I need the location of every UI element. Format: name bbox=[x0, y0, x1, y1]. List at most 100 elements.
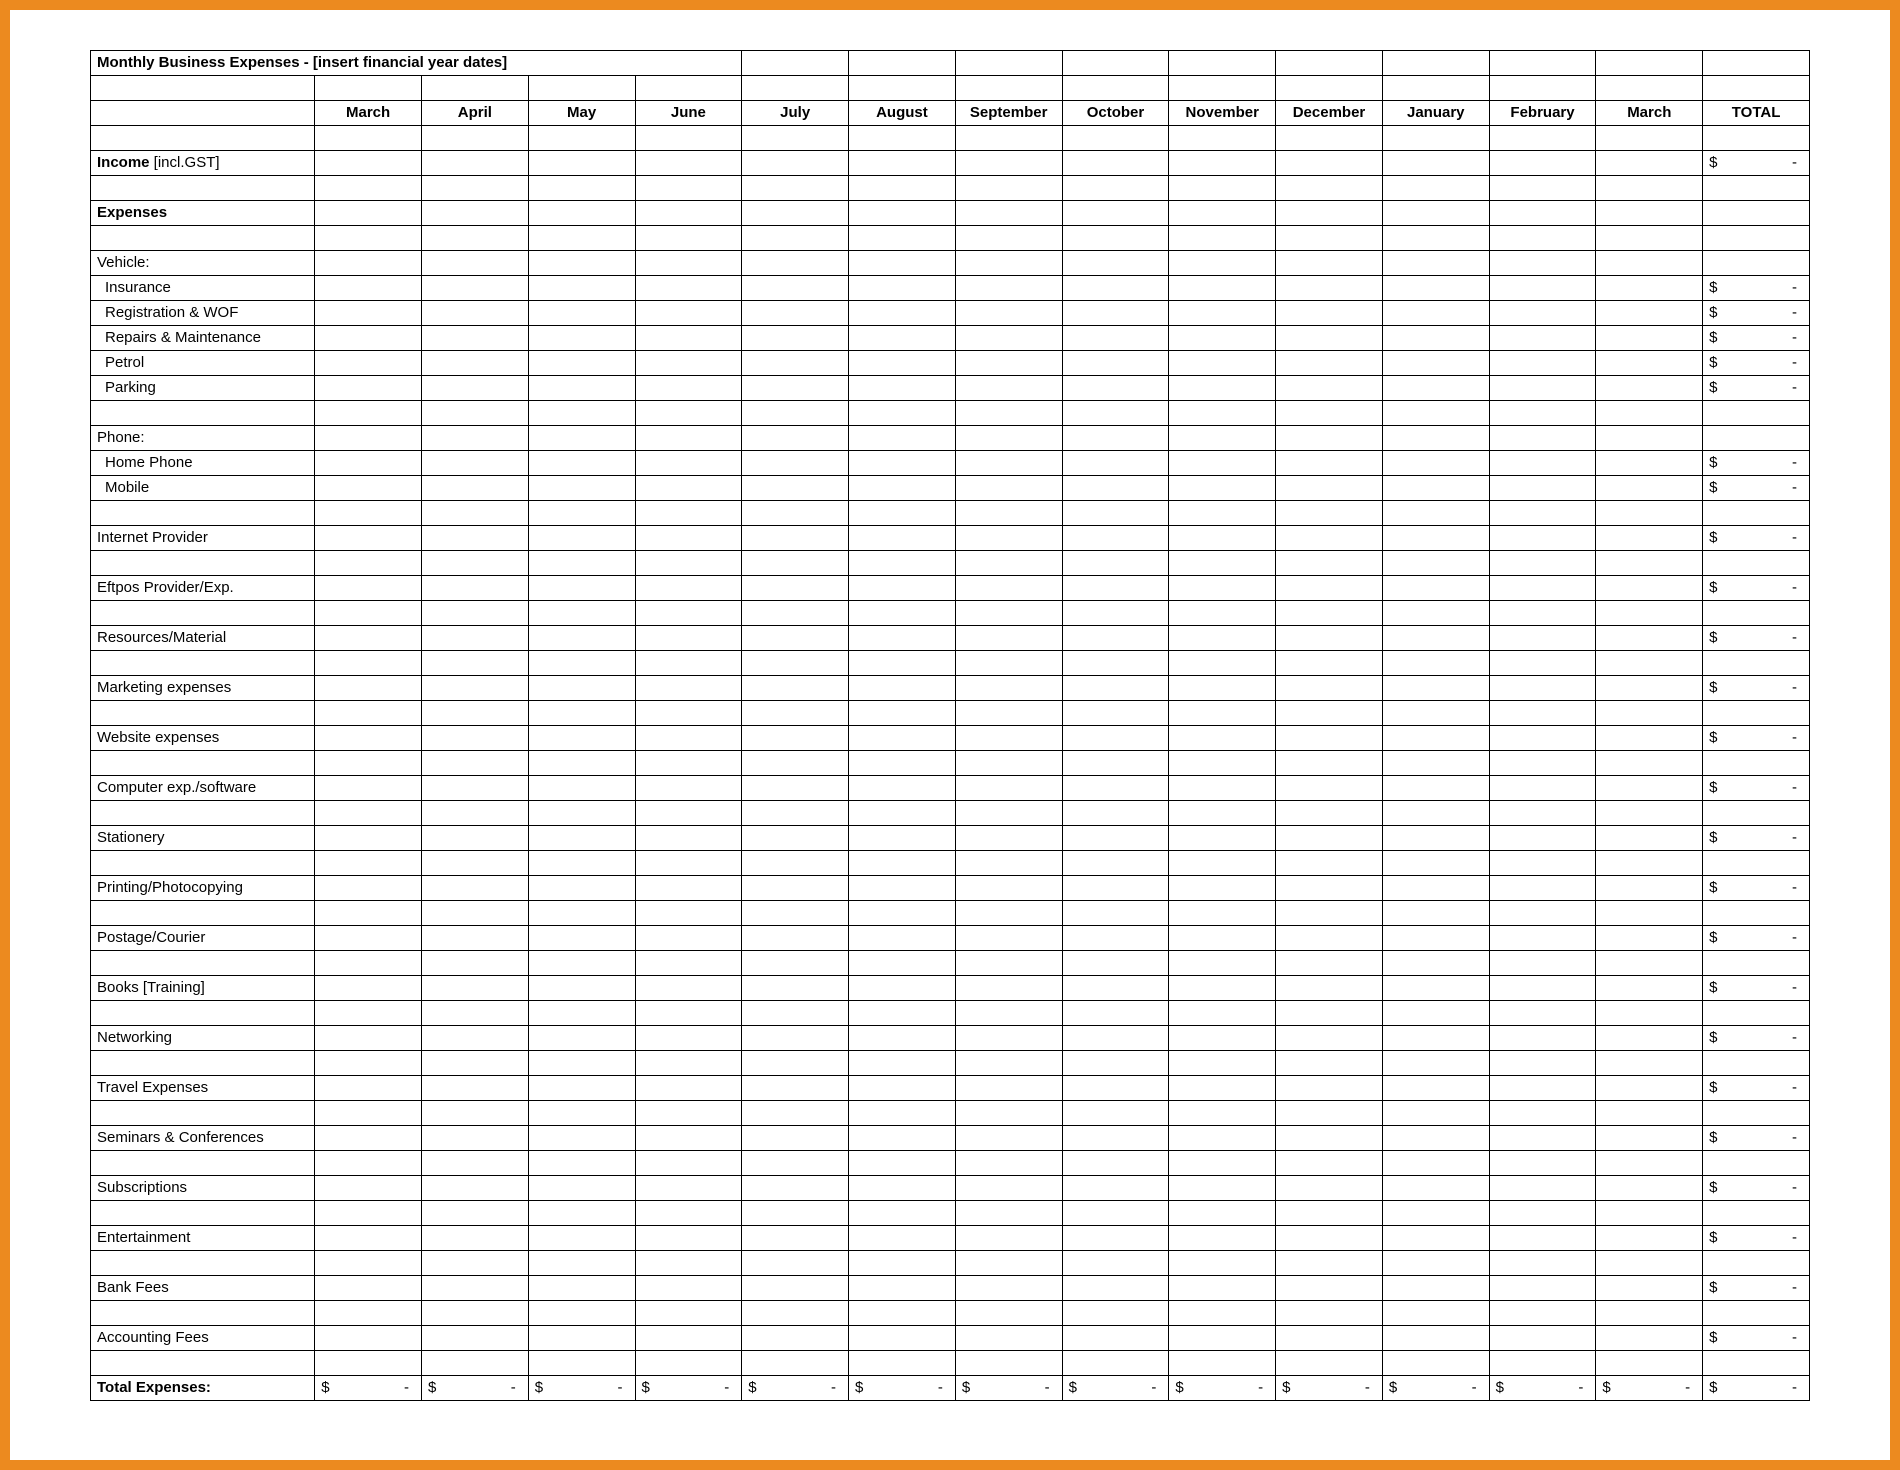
vehicle-item: Registration & WOF bbox=[91, 301, 315, 326]
table-row: Accounting Fees$- bbox=[91, 1326, 1810, 1351]
total-cell: $- bbox=[1703, 976, 1810, 1001]
expense-item: Printing/Photocopying bbox=[91, 876, 315, 901]
expense-item: Stationery bbox=[91, 826, 315, 851]
expense-item: Bank Fees bbox=[91, 1276, 315, 1301]
header-month-5: August bbox=[849, 101, 956, 126]
table-row: Postage/Courier$- bbox=[91, 926, 1810, 951]
header-row: MarchAprilMayJuneJulyAugustSeptemberOcto… bbox=[91, 101, 1810, 126]
header-month-6: September bbox=[955, 101, 1062, 126]
table-row: Travel Expenses$- bbox=[91, 1076, 1810, 1101]
table-row: Parking $- bbox=[91, 376, 1810, 401]
phone-section-label: Phone: bbox=[91, 426, 315, 451]
total-expenses-month-5: $- bbox=[849, 1376, 956, 1401]
header-total: TOTAL bbox=[1703, 101, 1810, 126]
total-cell: $- bbox=[1703, 826, 1810, 851]
worksheet-title: Monthly Business Expenses - [insert fina… bbox=[91, 51, 742, 76]
vehicle-section-label: Vehicle: bbox=[91, 251, 315, 276]
blank-row bbox=[91, 551, 1810, 576]
header-month-2: May bbox=[528, 101, 635, 126]
blank-row bbox=[91, 1151, 1810, 1176]
vehicle-item: Repairs & Maintenance bbox=[91, 326, 315, 351]
income-label: Income [incl.GST] bbox=[91, 151, 315, 176]
table-row: Bank Fees$- bbox=[91, 1276, 1810, 1301]
expense-item: Subscriptions bbox=[91, 1176, 315, 1201]
blank-row bbox=[91, 1201, 1810, 1226]
total-cell: $- bbox=[1703, 776, 1810, 801]
expense-item: Books [Training] bbox=[91, 976, 315, 1001]
total-cell: $- bbox=[1703, 726, 1810, 751]
total-expenses-label: Total Expenses: bbox=[91, 1376, 315, 1401]
vehicle-item: Parking bbox=[91, 376, 315, 401]
expense-item: Entertainment bbox=[91, 1226, 315, 1251]
header-month-0: March bbox=[315, 101, 422, 126]
total-expenses-month-0: $- bbox=[315, 1376, 422, 1401]
table-row: Internet Provider$- bbox=[91, 526, 1810, 551]
total-cell: $- bbox=[1703, 351, 1810, 376]
total-cell: $- bbox=[1703, 1126, 1810, 1151]
blank-row bbox=[91, 126, 1810, 151]
blank-row bbox=[91, 1251, 1810, 1276]
total-expenses-month-8: $- bbox=[1169, 1376, 1276, 1401]
table-row: Eftpos Provider/Exp.$- bbox=[91, 576, 1810, 601]
total-expenses-month-12: $- bbox=[1596, 1376, 1703, 1401]
table-row: Stationery $- bbox=[91, 826, 1810, 851]
table-row: Petrol$- bbox=[91, 351, 1810, 376]
blank-row bbox=[91, 226, 1810, 251]
header-month-9: December bbox=[1276, 101, 1383, 126]
title-row: Monthly Business Expenses - [insert fina… bbox=[91, 51, 1810, 76]
total-cell: $- bbox=[1703, 276, 1810, 301]
blank-row bbox=[91, 1351, 1810, 1376]
total-expenses-month-6: $- bbox=[955, 1376, 1062, 1401]
header-month-3: June bbox=[635, 101, 742, 126]
header-month-1: April bbox=[421, 101, 528, 126]
expense-item: Seminars & Conferences bbox=[91, 1126, 315, 1151]
total-cell: $- bbox=[1703, 376, 1810, 401]
expense-table: Monthly Business Expenses - [insert fina… bbox=[90, 50, 1810, 1401]
header-month-10: January bbox=[1382, 101, 1489, 126]
document-frame: Monthly Business Expenses - [insert fina… bbox=[0, 0, 1900, 1470]
blank-row bbox=[91, 401, 1810, 426]
table-row: Repairs & Maintenance$- bbox=[91, 326, 1810, 351]
total-cell: $- bbox=[1703, 1176, 1810, 1201]
expense-item: Resources/Material bbox=[91, 626, 315, 651]
blank-row bbox=[91, 701, 1810, 726]
expense-item: Eftpos Provider/Exp. bbox=[91, 576, 315, 601]
header-month-4: July bbox=[742, 101, 849, 126]
table-row: Mobile$- bbox=[91, 476, 1810, 501]
header-blank bbox=[91, 101, 315, 126]
total-expenses-month-10: $- bbox=[1382, 1376, 1489, 1401]
blank-row bbox=[91, 751, 1810, 776]
total-cell: $- bbox=[1703, 676, 1810, 701]
blank-row bbox=[91, 501, 1810, 526]
blank-row bbox=[91, 901, 1810, 926]
expenses-section-label: Expenses bbox=[91, 201, 315, 226]
total-expenses-month-4: $- bbox=[742, 1376, 849, 1401]
total-expenses-month-1: $- bbox=[421, 1376, 528, 1401]
total-expenses-month-11: $- bbox=[1489, 1376, 1596, 1401]
expense-item: Computer exp./software bbox=[91, 776, 315, 801]
expense-item: Networking bbox=[91, 1026, 315, 1051]
header-month-12: March bbox=[1596, 101, 1703, 126]
vehicle-item: Insurance bbox=[91, 276, 315, 301]
blank-under-title bbox=[91, 76, 1810, 101]
blank-row bbox=[91, 801, 1810, 826]
phone-item: Mobile bbox=[91, 476, 315, 501]
expense-item: Travel Expenses bbox=[91, 1076, 315, 1101]
total-cell: $- bbox=[1703, 301, 1810, 326]
table-row: Expenses bbox=[91, 201, 1810, 226]
blank-row bbox=[91, 1101, 1810, 1126]
expense-item: Accounting Fees bbox=[91, 1326, 315, 1351]
blank-row bbox=[91, 851, 1810, 876]
expense-item: Internet Provider bbox=[91, 526, 315, 551]
total-cell: $- bbox=[1703, 1026, 1810, 1051]
table-row: Website expenses$- bbox=[91, 726, 1810, 751]
expense-item: Marketing expenses bbox=[91, 676, 315, 701]
header-month-8: November bbox=[1169, 101, 1276, 126]
total-expenses-month-9: $- bbox=[1276, 1376, 1383, 1401]
total-cell: $- bbox=[1703, 151, 1810, 176]
table-row: Resources/Material$- bbox=[91, 626, 1810, 651]
total-expenses-month-7: $- bbox=[1062, 1376, 1169, 1401]
total-expenses-month-2: $- bbox=[528, 1376, 635, 1401]
table-row: Books [Training] $- bbox=[91, 976, 1810, 1001]
header-month-11: February bbox=[1489, 101, 1596, 126]
